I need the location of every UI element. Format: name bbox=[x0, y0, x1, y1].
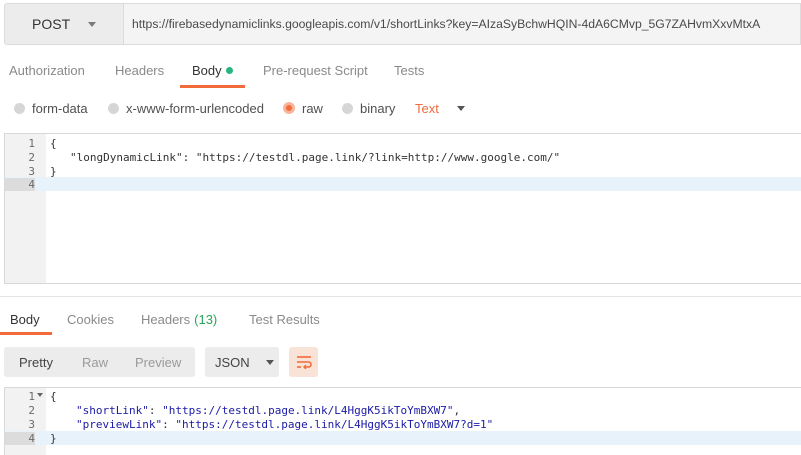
radio-raw[interactable]: raw bbox=[283, 96, 323, 120]
code-text: "shortLink": "https://testdl.page.link/L… bbox=[76, 404, 460, 417]
json-key: "previewLink" bbox=[76, 417, 163, 431]
code-line: 3 "previewLink": "https://testdl.page.li… bbox=[5, 417, 801, 431]
code-text: { bbox=[50, 136, 57, 150]
json-separator: : bbox=[148, 403, 163, 417]
view-mode-segment: Pretty Raw Preview bbox=[4, 347, 195, 377]
radio-label: x-www-form-urlencoded bbox=[126, 100, 264, 116]
response-body-viewer[interactable]: 1 { 2 "shortLink": "https://testdl.page.… bbox=[4, 387, 801, 455]
response-tab-body[interactable]: Body bbox=[0, 303, 52, 335]
line-number: 2 bbox=[28, 403, 35, 417]
line-number: 2 bbox=[28, 150, 35, 164]
code-line: 1 { bbox=[5, 136, 801, 150]
line-number: 4 bbox=[5, 177, 35, 191]
chevron-down-icon bbox=[265, 359, 274, 365]
content-type-label: Text bbox=[415, 100, 439, 116]
response-tab-headers[interactable]: Headers (13) bbox=[141, 303, 217, 335]
active-tab-underline bbox=[0, 332, 52, 335]
json-value: "https://testdl.page.link/L4HggK5ikToYmB… bbox=[162, 403, 454, 417]
response-tabs: Body Cookies Headers (13) Test Results bbox=[0, 303, 801, 335]
active-tab-underline bbox=[180, 85, 245, 88]
code-text: } bbox=[50, 431, 57, 445]
view-raw-button[interactable]: Raw bbox=[82, 355, 108, 370]
code-line: 2 "longDynamicLink": "https://testdl.pag… bbox=[5, 150, 801, 164]
method-label: POST bbox=[32, 16, 71, 32]
json-separator: : bbox=[162, 417, 176, 431]
response-tab-body-label: Body bbox=[10, 311, 40, 327]
response-tab-cookies[interactable]: Cookies bbox=[67, 303, 114, 335]
json-separator: : bbox=[182, 150, 196, 164]
body-type-selector: form-data x-www-form-urlencoded raw bina… bbox=[0, 96, 801, 120]
radio-selected-icon bbox=[283, 102, 295, 114]
response-tab-test-results[interactable]: Test Results bbox=[249, 303, 320, 335]
radio-label: binary bbox=[360, 100, 396, 116]
json-value: "https://testdl.page.link/?link=http://w… bbox=[195, 150, 561, 164]
wrap-lines-button[interactable] bbox=[289, 347, 318, 377]
chevron-down-icon bbox=[88, 21, 97, 27]
code-line: 1 { bbox=[5, 389, 801, 403]
wrap-lines-icon bbox=[296, 356, 312, 369]
content-type-select[interactable]: Text bbox=[415, 96, 465, 120]
tab-authorization[interactable]: Authorization bbox=[9, 52, 85, 88]
response-tab-headers-label: Headers bbox=[141, 311, 191, 327]
fold-toggle-icon[interactable] bbox=[37, 393, 43, 397]
line-number: 3 bbox=[28, 417, 35, 431]
method-select[interactable]: POST bbox=[4, 3, 123, 45]
code-line: 2 "shortLink": "https://testdl.page.link… bbox=[5, 403, 801, 417]
code-line-current: 4 bbox=[5, 177, 801, 191]
radio-label: form-data bbox=[32, 100, 88, 116]
code-line: 3 } bbox=[5, 164, 801, 178]
line-number: 4 bbox=[5, 431, 35, 445]
tab-headers[interactable]: Headers bbox=[115, 52, 164, 88]
radio-binary[interactable]: binary bbox=[342, 96, 395, 120]
response-format-label: JSON bbox=[215, 354, 250, 370]
radio-circle-icon bbox=[14, 102, 25, 114]
code-line-current: 4 } bbox=[5, 431, 801, 445]
tab-body[interactable]: Body bbox=[180, 52, 245, 88]
request-tabs: Authorization Headers Body Pre-request S… bbox=[0, 52, 801, 88]
radio-urlencoded[interactable]: x-www-form-urlencoded bbox=[108, 96, 264, 120]
response-format-select[interactable]: JSON bbox=[205, 347, 279, 377]
code-text: "previewLink": "https://testdl.page.link… bbox=[76, 418, 493, 431]
response-view-bar: Pretty Raw Preview JSON bbox=[4, 347, 801, 377]
code-text: { bbox=[50, 389, 57, 403]
radio-form-data[interactable]: form-data bbox=[14, 96, 88, 120]
radio-circle-icon bbox=[108, 102, 119, 114]
headers-count-badge: (13) bbox=[194, 311, 218, 327]
request-url-bar: POST https://firebasedynamiclinks.google… bbox=[4, 3, 801, 45]
divider bbox=[0, 296, 801, 297]
json-comma: , bbox=[453, 403, 461, 417]
view-preview-button[interactable]: Preview bbox=[135, 355, 181, 370]
chevron-down-icon bbox=[456, 105, 465, 111]
line-number: 3 bbox=[28, 164, 35, 178]
view-pretty-button[interactable]: Pretty bbox=[19, 355, 53, 370]
body-indicator-dot-icon bbox=[225, 66, 233, 74]
radio-label: raw bbox=[302, 100, 323, 116]
radio-circle-icon bbox=[342, 102, 353, 114]
json-key: "shortLink" bbox=[76, 403, 149, 417]
code-text: "longDynamicLink": "https://testdl.page.… bbox=[70, 151, 560, 164]
tab-prerequest-script[interactable]: Pre-request Script bbox=[263, 52, 368, 88]
request-body-editor[interactable]: 1 { 2 "longDynamicLink": "https://testdl… bbox=[4, 133, 801, 284]
code-text: } bbox=[50, 164, 57, 178]
line-number: 1 bbox=[28, 136, 35, 150]
tab-body-label: Body bbox=[192, 62, 222, 78]
json-key: "longDynamicLink" bbox=[70, 150, 183, 164]
url-input[interactable]: https://firebasedynamiclinks.googleapis.… bbox=[123, 3, 801, 45]
line-number: 1 bbox=[28, 389, 35, 403]
tab-tests[interactable]: Tests bbox=[394, 52, 424, 88]
json-value: "https://testdl.page.link/L4HggK5ikToYmB… bbox=[175, 417, 494, 431]
